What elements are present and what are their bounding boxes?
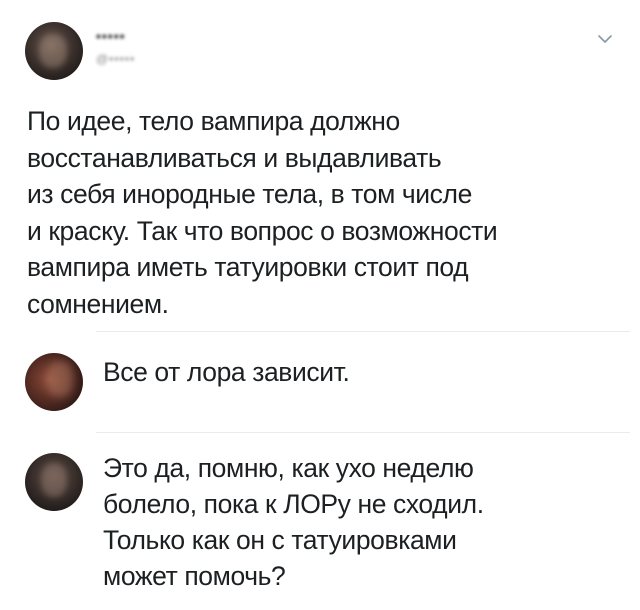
chevron-down-icon[interactable]	[598, 34, 612, 44]
author-avatar[interactable]	[25, 22, 83, 80]
divider	[96, 331, 630, 332]
author-handle[interactable]: @•••••	[96, 52, 135, 66]
reply-text: Это да, помню, как ухо неделю болело, по…	[103, 453, 484, 591]
divider	[96, 432, 630, 433]
author-name[interactable]: •••••	[96, 28, 126, 44]
tweet-card: ••••• @••••• По идее, тело вампира должн…	[0, 0, 640, 610]
reply-avatar[interactable]	[25, 353, 83, 411]
tweet-text: По идее, тело вампира должно восстанавли…	[27, 106, 498, 319]
reply-text: Все от лора зависит.	[103, 357, 350, 387]
reply-avatar[interactable]	[25, 453, 83, 511]
